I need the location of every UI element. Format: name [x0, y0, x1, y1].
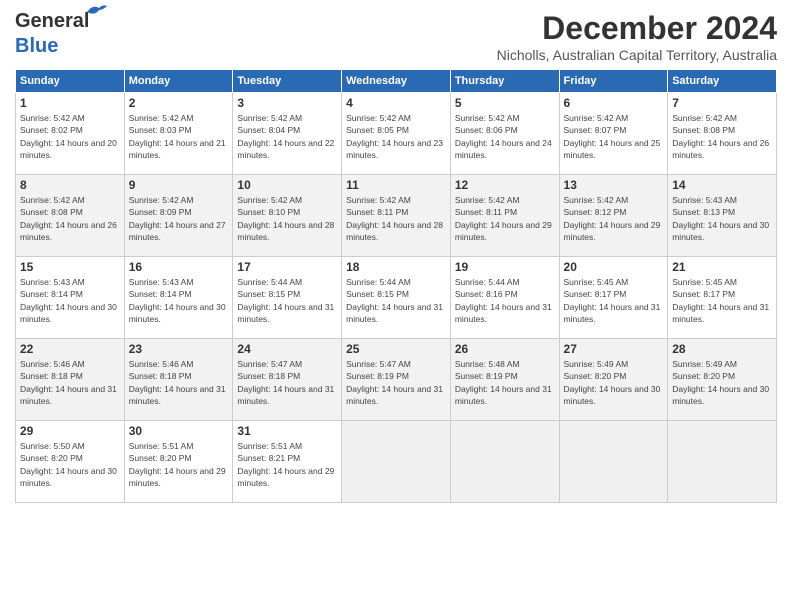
table-row: 15 Sunrise: 5:43 AM Sunset: 8:14 PM Dayl…: [16, 257, 125, 339]
table-row: 17 Sunrise: 5:44 AM Sunset: 8:15 PM Dayl…: [233, 257, 342, 339]
table-row: 1 Sunrise: 5:42 AM Sunset: 8:02 PM Dayli…: [16, 93, 125, 175]
col-friday: Friday: [559, 70, 668, 93]
calendar-container: General Blue December 2024 Nicholls, Aus…: [0, 0, 792, 612]
week-row: 29 Sunrise: 5:50 AM Sunset: 8:20 PM Dayl…: [16, 421, 777, 503]
empty-cell: [559, 421, 668, 503]
col-tuesday: Tuesday: [233, 70, 342, 93]
logo: General Blue: [15, 10, 89, 58]
week-row: 15 Sunrise: 5:43 AM Sunset: 8:14 PM Dayl…: [16, 257, 777, 339]
header: General Blue December 2024 Nicholls, Aus…: [15, 10, 777, 63]
table-row: 31 Sunrise: 5:51 AM Sunset: 8:21 PM Dayl…: [233, 421, 342, 503]
table-row: 26 Sunrise: 5:48 AM Sunset: 8:19 PM Dayl…: [450, 339, 559, 421]
week-row: 22 Sunrise: 5:46 AM Sunset: 8:18 PM Dayl…: [16, 339, 777, 421]
table-row: 3 Sunrise: 5:42 AM Sunset: 8:04 PM Dayli…: [233, 93, 342, 175]
calendar-body: 1 Sunrise: 5:42 AM Sunset: 8:02 PM Dayli…: [16, 93, 777, 503]
table-row: 5 Sunrise: 5:42 AM Sunset: 8:06 PM Dayli…: [450, 93, 559, 175]
col-monday: Monday: [124, 70, 233, 93]
table-row: 23 Sunrise: 5:46 AM Sunset: 8:18 PM Dayl…: [124, 339, 233, 421]
table-row: 11 Sunrise: 5:42 AM Sunset: 8:11 PM Dayl…: [342, 175, 451, 257]
table-row: 2 Sunrise: 5:42 AM Sunset: 8:03 PM Dayli…: [124, 93, 233, 175]
table-row: 24 Sunrise: 5:47 AM Sunset: 8:18 PM Dayl…: [233, 339, 342, 421]
table-row: 20 Sunrise: 5:45 AM Sunset: 8:17 PM Dayl…: [559, 257, 668, 339]
table-row: 4 Sunrise: 5:42 AM Sunset: 8:05 PM Dayli…: [342, 93, 451, 175]
table-row: 29 Sunrise: 5:50 AM Sunset: 8:20 PM Dayl…: [16, 421, 125, 503]
calendar-header-row: Sunday Monday Tuesday Wednesday Thursday…: [16, 70, 777, 93]
col-wednesday: Wednesday: [342, 70, 451, 93]
table-row: 6 Sunrise: 5:42 AM Sunset: 8:07 PM Dayli…: [559, 93, 668, 175]
table-row: 21 Sunrise: 5:45 AM Sunset: 8:17 PM Dayl…: [668, 257, 777, 339]
empty-cell: [342, 421, 451, 503]
table-row: 25 Sunrise: 5:47 AM Sunset: 8:19 PM Dayl…: [342, 339, 451, 421]
calendar-table: Sunday Monday Tuesday Wednesday Thursday…: [15, 69, 777, 503]
week-row: 1 Sunrise: 5:42 AM Sunset: 8:02 PM Dayli…: [16, 93, 777, 175]
table-row: 19 Sunrise: 5:44 AM Sunset: 8:16 PM Dayl…: [450, 257, 559, 339]
month-title: December 2024: [497, 10, 777, 47]
empty-cell: [450, 421, 559, 503]
table-row: 9 Sunrise: 5:42 AM Sunset: 8:09 PM Dayli…: [124, 175, 233, 257]
table-row: 14 Sunrise: 5:43 AM Sunset: 8:13 PM Dayl…: [668, 175, 777, 257]
table-row: 18 Sunrise: 5:44 AM Sunset: 8:15 PM Dayl…: [342, 257, 451, 339]
table-row: 22 Sunrise: 5:46 AM Sunset: 8:18 PM Dayl…: [16, 339, 125, 421]
table-row: 16 Sunrise: 5:43 AM Sunset: 8:14 PM Dayl…: [124, 257, 233, 339]
logo-blue: Blue: [15, 35, 58, 57]
week-row: 8 Sunrise: 5:42 AM Sunset: 8:08 PM Dayli…: [16, 175, 777, 257]
empty-cell: [668, 421, 777, 503]
table-row: 28 Sunrise: 5:49 AM Sunset: 8:20 PM Dayl…: [668, 339, 777, 421]
table-row: 7 Sunrise: 5:42 AM Sunset: 8:08 PM Dayli…: [668, 93, 777, 175]
table-row: 12 Sunrise: 5:42 AM Sunset: 8:11 PM Dayl…: [450, 175, 559, 257]
title-section: December 2024 Nicholls, Australian Capit…: [497, 10, 777, 63]
logo-bird-icon: [85, 2, 107, 20]
col-sunday: Sunday: [16, 70, 125, 93]
col-thursday: Thursday: [450, 70, 559, 93]
logo-general: General: [15, 10, 89, 32]
table-row: 30 Sunrise: 5:51 AM Sunset: 8:20 PM Dayl…: [124, 421, 233, 503]
table-row: 13 Sunrise: 5:42 AM Sunset: 8:12 PM Dayl…: [559, 175, 668, 257]
col-saturday: Saturday: [668, 70, 777, 93]
table-row: 27 Sunrise: 5:49 AM Sunset: 8:20 PM Dayl…: [559, 339, 668, 421]
table-row: 10 Sunrise: 5:42 AM Sunset: 8:10 PM Dayl…: [233, 175, 342, 257]
table-row: 8 Sunrise: 5:42 AM Sunset: 8:08 PM Dayli…: [16, 175, 125, 257]
location-title: Nicholls, Australian Capital Territory, …: [497, 47, 777, 63]
